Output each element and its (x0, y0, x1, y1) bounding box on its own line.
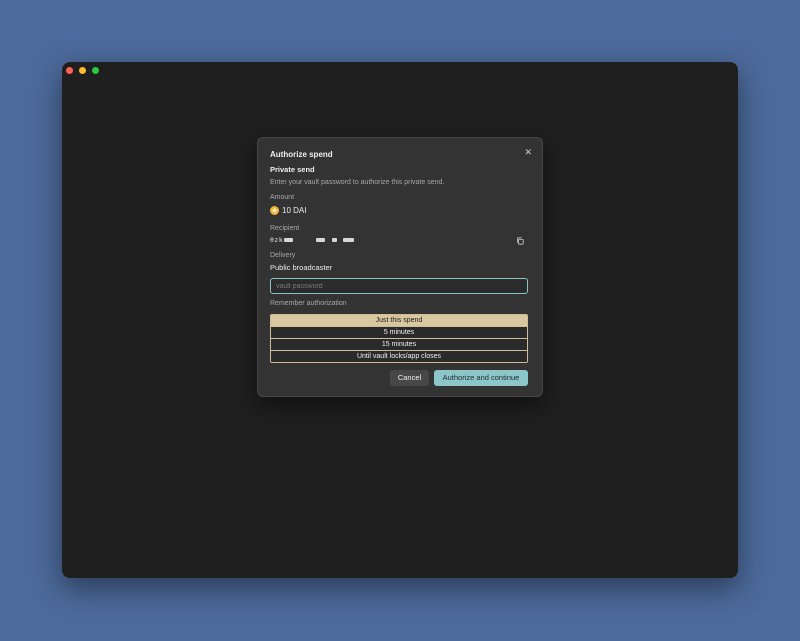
maximize-window-button[interactable] (92, 67, 99, 74)
vault-password-input[interactable] (270, 278, 528, 294)
minimize-window-button[interactable] (79, 67, 86, 74)
remember-label: Remember authorization (270, 300, 347, 307)
copy-icon[interactable] (516, 237, 524, 245)
redacted-segment (343, 238, 355, 242)
recipient-label: Recipient (270, 225, 300, 232)
delivery-value: Public broadcaster (270, 263, 333, 272)
window-controls (66, 67, 99, 74)
remember-option-5-minutes[interactable]: 5 minutes (271, 326, 527, 338)
recipient-address: 0zk (270, 236, 355, 244)
redacted-segment (332, 238, 338, 242)
dialog-title: Authorize spend (270, 150, 333, 159)
recipient-prefix: 0zk (270, 236, 284, 244)
remember-option-until-lock[interactable]: Until vault locks/app closes (271, 350, 527, 362)
dialog-subtitle: Private send (270, 165, 315, 174)
redacted-segment (316, 238, 326, 242)
remember-option-just-this-spend[interactable]: Just this spend (271, 315, 527, 326)
amount-text: 10 DAI (282, 206, 307, 215)
delivery-label: Delivery (270, 252, 296, 259)
amount-value: ◈ 10 DAI (270, 206, 306, 215)
close-icon[interactable]: ✕ (524, 147, 532, 157)
authorize-spend-dialog: Authorize spend ✕ Private send Enter you… (257, 137, 543, 397)
redacted-segment (284, 238, 294, 242)
dai-coin-icon: ◈ (270, 206, 279, 215)
close-window-button[interactable] (66, 67, 73, 74)
cancel-button[interactable]: Cancel (390, 370, 429, 386)
remember-options: Just this spend 5 minutes 15 minutes Unt… (270, 314, 528, 363)
amount-label: Amount (270, 194, 295, 201)
authorize-continue-button[interactable]: Authorize and continue (434, 370, 528, 386)
dialog-description: Enter your vault password to authorize t… (270, 179, 445, 186)
remember-option-15-minutes[interactable]: 15 minutes (271, 338, 527, 350)
